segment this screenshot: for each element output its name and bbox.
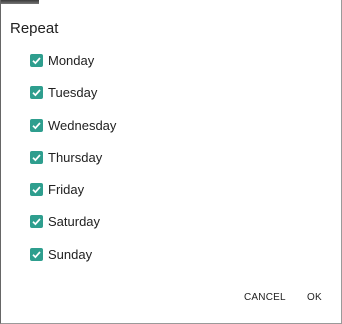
checkbox-checked-icon[interactable]	[30, 247, 43, 261]
option-thursday[interactable]: Thursday	[0, 141, 300, 173]
option-label: Tuesday	[48, 84, 98, 100]
dialog-actions: CANCEL OK	[0, 292, 342, 308]
option-saturday[interactable]: Saturday	[0, 205, 300, 237]
option-sunday[interactable]: Sunday	[0, 238, 300, 270]
option-monday[interactable]: Monday	[0, 44, 300, 76]
option-label: Wednesday	[48, 117, 117, 133]
dialog-title: Repeat	[10, 20, 59, 37]
checkbox-checked-icon[interactable]	[30, 214, 43, 228]
checkbox-checked-icon[interactable]	[30, 85, 43, 99]
checkbox-checked-icon[interactable]	[30, 182, 43, 196]
repeat-dialog: Repeat Monday Tuesday Wednesday Thursday	[0, 0, 342, 324]
ok-button[interactable]: OK	[307, 292, 322, 303]
option-label: Monday	[48, 52, 95, 68]
option-label: Friday	[48, 181, 85, 197]
cancel-button[interactable]: CANCEL	[244, 292, 286, 303]
option-wednesday[interactable]: Wednesday	[0, 109, 300, 141]
option-label: Thursday	[48, 149, 103, 165]
option-label: Sunday	[48, 246, 93, 262]
option-label: Saturday	[48, 213, 101, 229]
option-friday[interactable]: Friday	[0, 173, 300, 205]
checkbox-checked-icon[interactable]	[30, 118, 43, 132]
checkbox-checked-icon[interactable]	[30, 53, 43, 67]
checkbox-checked-icon[interactable]	[30, 150, 43, 164]
option-tuesday[interactable]: Tuesday	[0, 76, 300, 108]
